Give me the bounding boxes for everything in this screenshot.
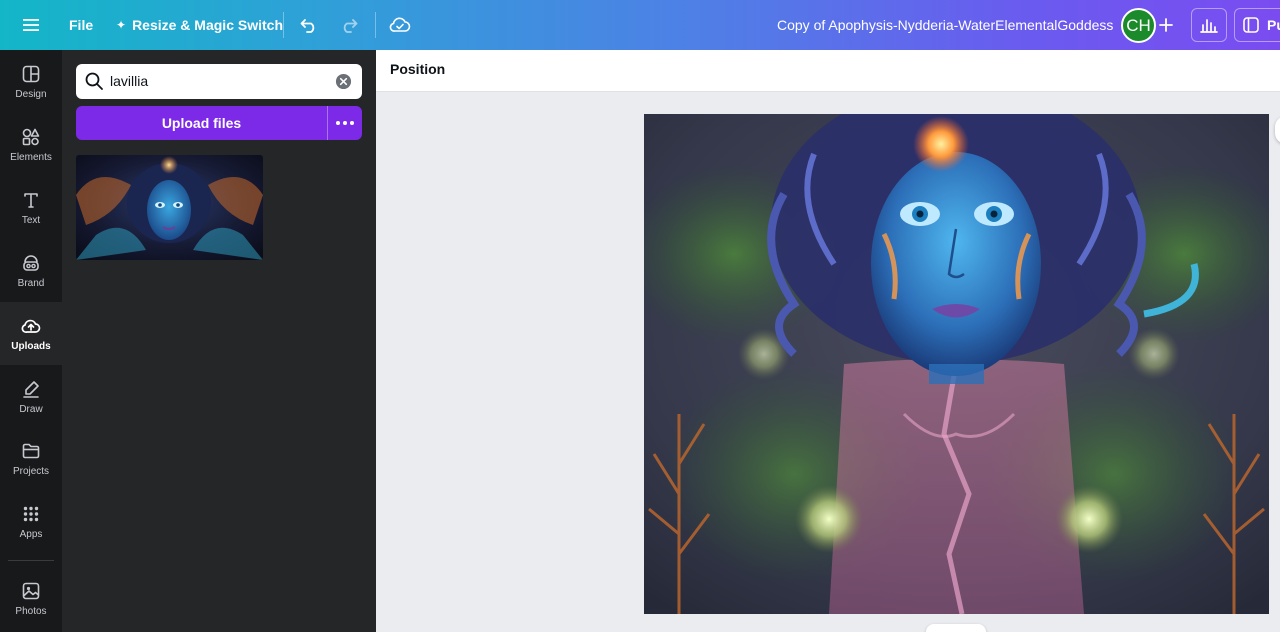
position-button[interactable]: Position bbox=[390, 61, 445, 77]
nav-design-label: Design bbox=[15, 88, 47, 100]
projects-icon bbox=[22, 443, 40, 458]
left-nav-rail: Design Elements Text Brand Uploads Draw … bbox=[0, 50, 62, 632]
nav-text[interactable]: Text bbox=[0, 176, 62, 239]
redo-icon[interactable] bbox=[338, 0, 360, 50]
top-bar: File ✦ Resize & Magic Switch Copy of Apo… bbox=[0, 0, 1280, 50]
nav-uploads-label: Uploads bbox=[11, 340, 51, 352]
nav-projects-label: Projects bbox=[12, 465, 50, 477]
rail-divider bbox=[8, 560, 54, 561]
artboard-bottom-handle[interactable] bbox=[926, 624, 986, 632]
file-menu-button[interactable]: File bbox=[69, 0, 93, 50]
nav-design[interactable]: Design bbox=[0, 50, 62, 113]
bar-chart-icon bbox=[1200, 19, 1218, 33]
nav-brand[interactable]: Brand bbox=[0, 239, 62, 302]
nav-draw[interactable]: Draw bbox=[0, 365, 62, 428]
clear-search-icon[interactable] bbox=[335, 73, 352, 90]
nav-elements-label: Elements bbox=[10, 151, 52, 163]
undo-icon[interactable] bbox=[298, 0, 320, 50]
elements-icon bbox=[22, 128, 40, 145]
resize-magic-switch-button[interactable]: ✦ Resize & Magic Switch bbox=[116, 0, 283, 50]
more-options-button[interactable] bbox=[328, 106, 362, 140]
nav-brand-label: Brand bbox=[17, 277, 45, 289]
design-artboard[interactable] bbox=[644, 114, 1269, 614]
photos-icon bbox=[22, 582, 40, 599]
publish-label: Pu bbox=[1267, 17, 1280, 33]
publish-button[interactable]: Pu bbox=[1234, 8, 1280, 42]
insights-button[interactable] bbox=[1191, 8, 1227, 42]
upload-files-button[interactable]: Upload files bbox=[76, 115, 327, 131]
document-title[interactable]: Copy of Apophysis-Nydderia-WaterElementa… bbox=[777, 0, 1113, 50]
publish-icon bbox=[1243, 17, 1259, 33]
toolbar-divider bbox=[375, 12, 376, 38]
nav-projects[interactable]: Projects bbox=[0, 427, 62, 490]
nav-uploads[interactable]: Uploads bbox=[0, 302, 62, 365]
goddess-thumbnail-art bbox=[76, 155, 263, 260]
nav-photos[interactable]: Photos bbox=[0, 567, 62, 630]
brand-icon bbox=[23, 254, 39, 271]
nav-apps-label: Apps bbox=[19, 528, 43, 540]
cloud-saved-icon[interactable] bbox=[388, 0, 412, 50]
uploads-panel: Upload files bbox=[62, 50, 376, 632]
resize-label: Resize & Magic Switch bbox=[132, 17, 283, 33]
nav-elements[interactable]: Elements bbox=[0, 113, 62, 176]
add-collaborator-button[interactable] bbox=[1148, 8, 1184, 42]
menu-icon[interactable] bbox=[18, 0, 44, 50]
apps-icon bbox=[23, 506, 39, 521]
nav-text-label: Text bbox=[21, 214, 41, 226]
nav-apps[interactable]: Apps bbox=[0, 490, 62, 553]
sparkle-icon: ✦ bbox=[116, 18, 127, 32]
more-horizontal-icon bbox=[336, 121, 354, 125]
text-icon bbox=[24, 192, 38, 208]
search-input[interactable] bbox=[110, 70, 330, 92]
upload-files-button-group: Upload files bbox=[76, 106, 362, 140]
search-icon bbox=[85, 72, 103, 90]
uploaded-image-thumbnail[interactable] bbox=[76, 155, 263, 260]
context-toolbar: Position bbox=[376, 50, 1280, 92]
uploads-icon bbox=[21, 319, 41, 333]
draw-icon bbox=[23, 380, 39, 398]
toolbar-divider bbox=[283, 12, 284, 38]
search-box[interactable] bbox=[76, 64, 362, 99]
goddess-artwork bbox=[644, 114, 1269, 614]
plus-icon bbox=[1159, 18, 1173, 32]
nav-draw-label: Draw bbox=[19, 403, 43, 415]
nav-photos-label: Photos bbox=[15, 605, 47, 617]
design-icon bbox=[22, 65, 40, 82]
